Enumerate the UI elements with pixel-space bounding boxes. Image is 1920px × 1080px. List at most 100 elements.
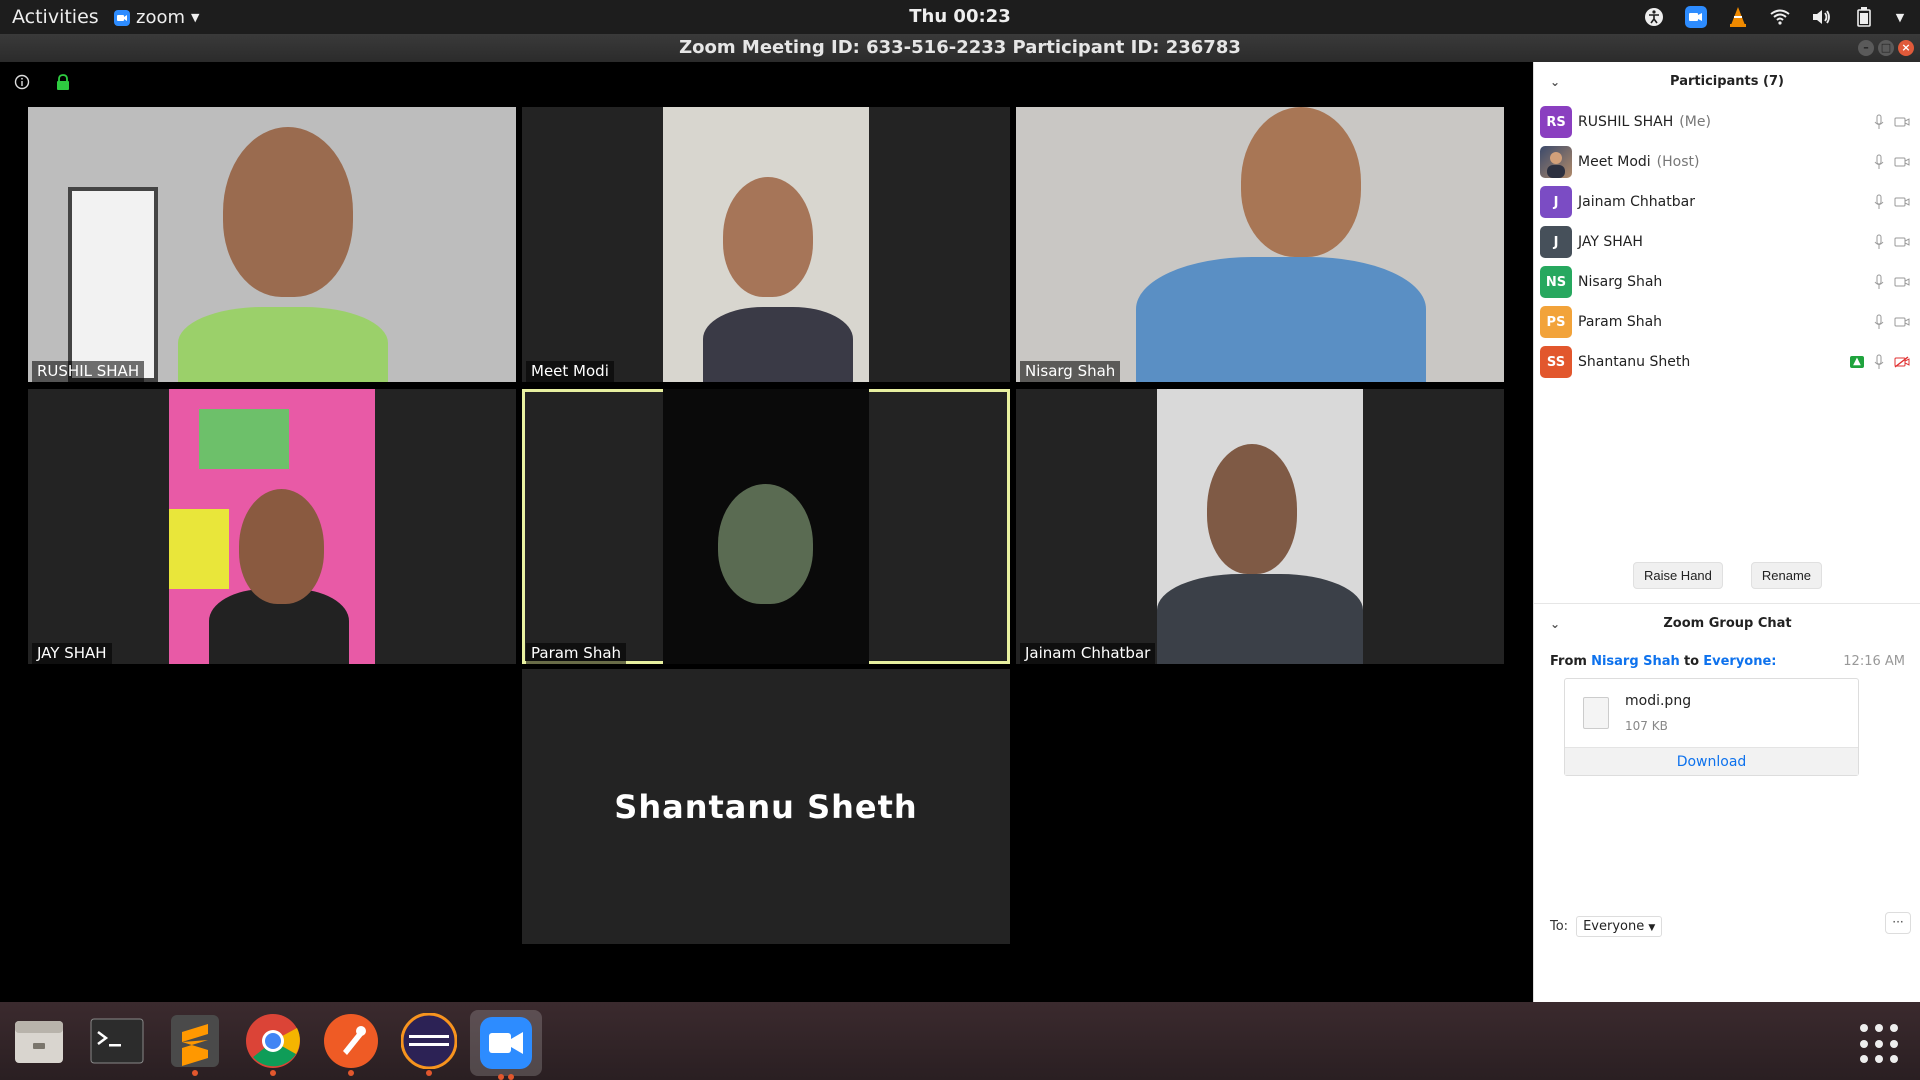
participant-name-display: Shantanu Sheth: [614, 787, 918, 826]
tile-name-label: Nisarg Shah: [1020, 361, 1121, 382]
participant-row[interactable]: Meet Modi (Host): [1534, 142, 1920, 182]
tile-name-label: RUSHIL SHAH: [32, 361, 145, 382]
avatar: NS: [1540, 266, 1572, 298]
volume-icon[interactable]: [1810, 5, 1834, 29]
participant-row[interactable]: NS Nisarg Shah: [1534, 262, 1920, 302]
system-tray[interactable]: ▼: [1642, 5, 1906, 29]
window-background: [68, 187, 158, 382]
wifi-icon[interactable]: [1768, 5, 1792, 29]
microphone-icon: [1874, 114, 1884, 129]
close-button[interactable]: ×: [1898, 40, 1914, 56]
minimize-button[interactable]: –: [1858, 40, 1874, 56]
person-head: [1207, 444, 1297, 574]
running-indicator: [498, 1074, 504, 1080]
dock-sublime-text[interactable]: [166, 1012, 224, 1076]
window-title: Zoom Meeting ID: 633-516-2233 Participan…: [679, 37, 1241, 58]
participant-actions: Raise Hand Rename: [1534, 562, 1920, 589]
video-feed: [663, 389, 869, 664]
accessibility-icon[interactable]: [1642, 5, 1666, 29]
participant-role: (Me): [1679, 114, 1711, 130]
participant-row[interactable]: J Jainam Chhatbar: [1534, 182, 1920, 222]
recipient-value: Everyone: [1583, 919, 1645, 934]
chevron-down-icon[interactable]: ⌄: [1550, 604, 1560, 644]
vlc-icon[interactable]: [1726, 5, 1750, 29]
participant-status-icons: [1874, 114, 1910, 130]
avatar: J: [1540, 226, 1572, 258]
dock-postman[interactable]: [322, 1012, 380, 1076]
participant-name: Param Shah: [1578, 314, 1663, 330]
participant-row[interactable]: SS Shantanu Sheth ▲: [1534, 342, 1920, 382]
video-tile-active-speaker[interactable]: Param Shah: [522, 389, 1010, 664]
video-tile-no-video[interactable]: Shantanu Sheth: [522, 669, 1010, 944]
dock-chrome[interactable]: [244, 1012, 302, 1076]
photo-avatar-icon: [1547, 152, 1565, 178]
video-camera-icon: [1894, 157, 1910, 167]
participant-name: JAY SHAH: [1578, 234, 1643, 250]
dock-eclipse[interactable]: [400, 1012, 458, 1076]
participant-status-icons: [1874, 274, 1910, 290]
to-label: to: [1683, 654, 1700, 669]
video-camera-icon: [1894, 197, 1910, 207]
video-tile[interactable]: Meet Modi: [522, 107, 1010, 382]
zoom-tray-icon[interactable]: [1684, 5, 1708, 29]
tile-name-label: Param Shah: [526, 643, 627, 664]
avatar: SS: [1540, 346, 1572, 378]
person-body: [1157, 574, 1363, 664]
participant-name: Jainam Chhatbar: [1578, 194, 1695, 210]
participant-name: Nisarg Shah: [1578, 274, 1663, 290]
file-attachment[interactable]: modi.png 107 KB Download: [1564, 678, 1859, 776]
chevron-down-icon: ▼: [1648, 923, 1656, 933]
files-icon: [15, 1021, 63, 1063]
recipient-dropdown[interactable]: Everyone ▼: [1576, 916, 1663, 937]
rename-button[interactable]: Rename: [1750, 562, 1823, 589]
zoom-icon: [114, 9, 130, 26]
microphone-icon: [1874, 354, 1884, 369]
eclipse-icon: [401, 1013, 457, 1069]
video-feed: [1157, 389, 1363, 664]
to-prefix: To:: [1550, 919, 1569, 934]
dock-files[interactable]: [10, 1012, 68, 1070]
more-options-button[interactable]: ···: [1885, 912, 1911, 934]
chevron-down-icon[interactable]: ▼: [1894, 5, 1906, 29]
file-size: 107 KB: [1625, 719, 1668, 733]
video-camera-icon: [1894, 117, 1910, 127]
participant-row[interactable]: J JAY SHAH: [1534, 222, 1920, 262]
avatar: [1540, 146, 1572, 178]
app-menu[interactable]: zoom ▼: [114, 7, 199, 28]
chat-timestamp: 12:16 AM: [1843, 654, 1905, 669]
maximize-button[interactable]: □: [1878, 40, 1894, 56]
avatar: PS: [1540, 306, 1572, 338]
download-button[interactable]: Download: [1565, 747, 1858, 775]
participant-status-icons: [1874, 234, 1910, 250]
participant-status-icons: [1874, 314, 1910, 330]
lock-icon[interactable]: [56, 74, 70, 90]
show-applications-button[interactable]: [1860, 1024, 1900, 1064]
window-titlebar[interactable]: Zoom Meeting ID: 633-516-2233 Participan…: [0, 34, 1920, 62]
video-tile[interactable]: JAY SHAH: [28, 389, 516, 664]
meeting-status-icons: [14, 74, 70, 90]
video-tile[interactable]: Jainam Chhatbar: [1016, 389, 1504, 664]
window-controls: – □ ×: [1858, 40, 1914, 56]
participant-row[interactable]: RS RUSHIL SHAH (Me): [1534, 102, 1920, 142]
battery-icon[interactable]: [1852, 5, 1876, 29]
from-label: From: [1550, 654, 1587, 669]
raise-hand-button[interactable]: Raise Hand: [1632, 562, 1723, 589]
participant-role: (Host): [1656, 154, 1700, 170]
video-tile[interactable]: RUSHIL SHAH: [28, 107, 516, 382]
tile-name-label: JAY SHAH: [32, 643, 112, 664]
chat-sender[interactable]: Nisarg Shah: [1591, 654, 1680, 669]
chat-recipient[interactable]: Everyone:: [1703, 654, 1776, 669]
dock-terminal[interactable]: [88, 1012, 146, 1070]
chat-header: ⌄ Zoom Group Chat: [1534, 604, 1920, 644]
clock[interactable]: Thu 00:23: [0, 6, 1920, 27]
activities-button[interactable]: Activities: [12, 6, 99, 28]
video-gallery: RUSHIL SHAH Meet Modi Nisarg Shah JAY SH…: [0, 62, 1533, 1002]
participant-row[interactable]: PS Param Shah: [1534, 302, 1920, 342]
dock-zoom[interactable]: [470, 1010, 542, 1080]
video-tile[interactable]: Nisarg Shah: [1016, 107, 1504, 382]
info-icon[interactable]: [14, 74, 30, 90]
zoom-icon: [480, 1017, 532, 1069]
shelf-background: [199, 409, 289, 469]
participant-name: RUSHIL SHAH: [1578, 114, 1674, 130]
chevron-down-icon[interactable]: ⌄: [1550, 62, 1560, 102]
